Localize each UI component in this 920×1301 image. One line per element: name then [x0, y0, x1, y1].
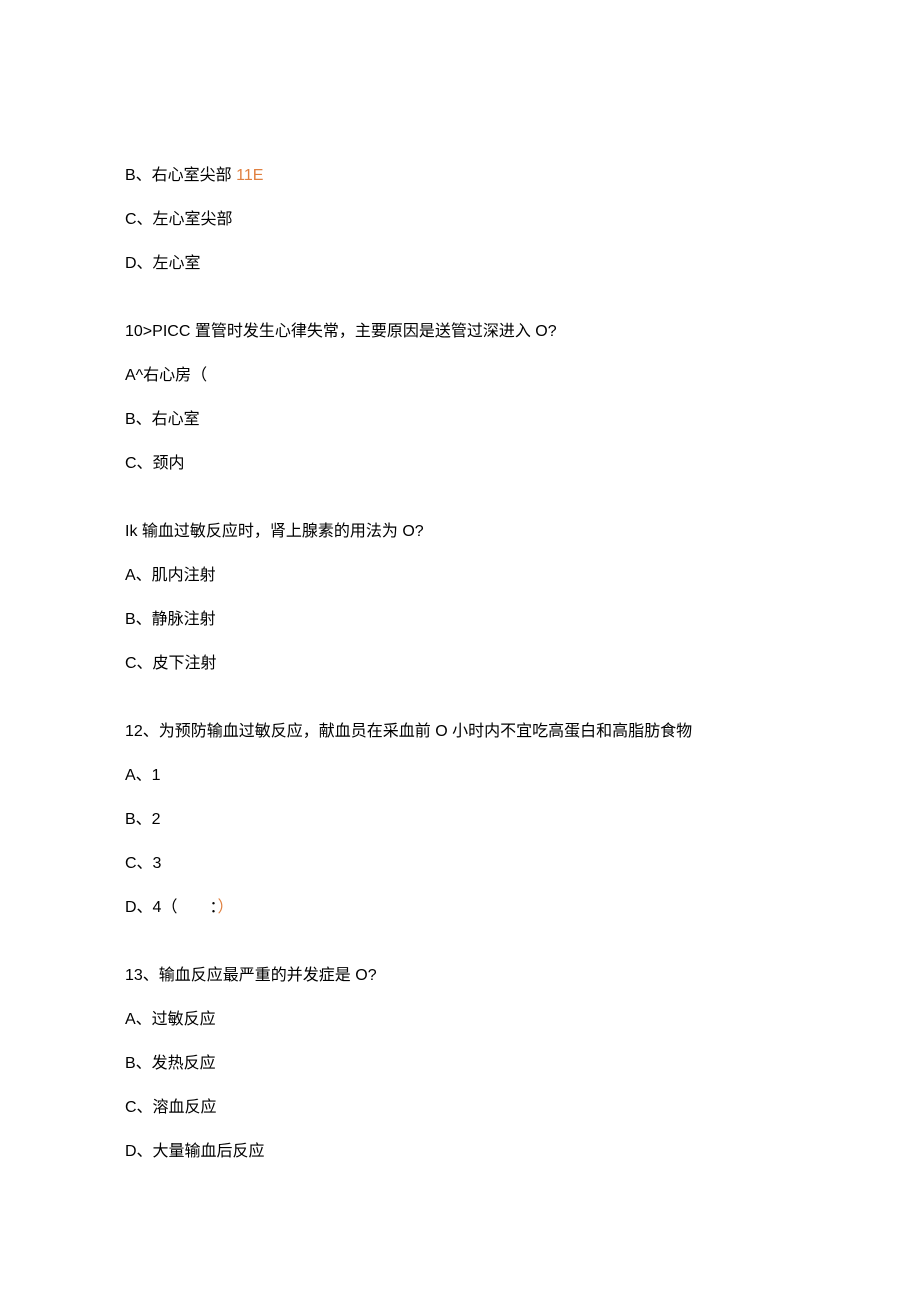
question-10: 10>PICC 置管时发生心律失常，主要原因是送管过深进入 O? — [125, 320, 795, 344]
option-c-q12: C、3 — [125, 852, 795, 876]
option-c-q10: C、颈内 — [125, 452, 795, 476]
option-b-q11: B、静脉注射 — [125, 608, 795, 632]
option-b-q9: B、右心室尖部 11E — [125, 164, 795, 188]
option-c-q13: C、溶血反应 — [125, 1096, 795, 1120]
option-text: D、4（ ： — [125, 899, 217, 916]
question-12: 12、为预防输血过敏反应，献血员在采血前 O 小时内不宜吃高蛋白和高脂肪食物 — [125, 720, 795, 744]
option-a-q13: A、过敏反应 — [125, 1008, 795, 1032]
option-a-q10: A^右心房（ — [125, 364, 795, 388]
option-d-q9: D、左心室 — [125, 252, 795, 276]
option-a-q12: A、1 — [125, 764, 795, 788]
option-c-q9: C、左心室尖部 — [125, 208, 795, 232]
marker: 11E — [236, 167, 263, 184]
option-a-q11: A、肌内注射 — [125, 564, 795, 588]
marker: ） — [217, 899, 233, 916]
option-b-q13: B、发热反应 — [125, 1052, 795, 1076]
question-13: 13、输血反应最严重的并发症是 O? — [125, 964, 795, 988]
option-c-q11: C、皮下注射 — [125, 652, 795, 676]
option-text: B、右心室尖部 — [125, 167, 236, 184]
option-b-q10: B、右心室 — [125, 408, 795, 432]
option-d-q13: D、大量输血后反应 — [125, 1140, 795, 1164]
option-b-q12: B、2 — [125, 808, 795, 832]
option-d-q12: D、4（ ：） — [125, 896, 795, 920]
question-11: Ik 输血过敏反应时，肾上腺素的用法为 O? — [125, 520, 795, 544]
